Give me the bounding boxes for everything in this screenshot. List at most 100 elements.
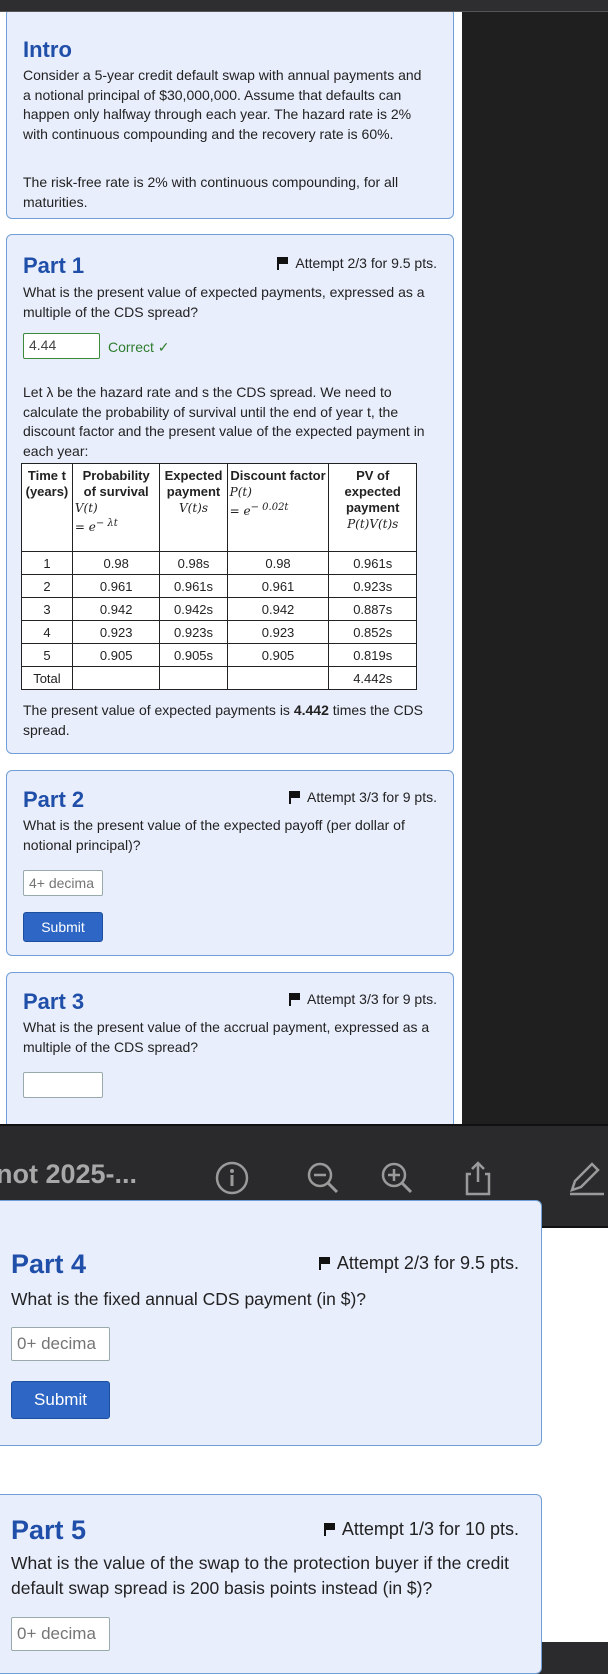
- part5-attempt: Attempt 1/3 for 10 pts.: [323, 1519, 519, 1540]
- table-cell-empty: [159, 666, 228, 690]
- table-cell-empty: [71, 666, 161, 690]
- table-cell: 5: [21, 643, 73, 667]
- table-cell: 0.98s: [159, 551, 228, 575]
- part4-answer-input[interactable]: [11, 1327, 110, 1361]
- part3-card: Part 3 Attempt 3/3 for 9 pts. What is th…: [6, 972, 454, 1124]
- part1-explanation: Let λ be the hazard rate and s the CDS s…: [23, 384, 425, 459]
- part4-submit-button[interactable]: Submit: [11, 1381, 110, 1419]
- part1-conclusion: The present value of expected payments i…: [23, 702, 424, 738]
- header-probability-math-2: = e− λt: [74, 518, 118, 534]
- question-page-upper: Intro Consider a 5-year credit default s…: [0, 12, 462, 1124]
- table-cell: 0.923s: [328, 574, 417, 598]
- top-window-strip: [0, 0, 608, 12]
- table-cell: 0.942: [71, 597, 161, 621]
- part5-question: What is the value of the swap to the pro…: [11, 1553, 510, 1598]
- header-discount-math-1: P(t): [229, 485, 252, 499]
- table-total-label: Total: [21, 666, 73, 690]
- part3-title: Part 3: [23, 989, 85, 1014]
- table-cell: 4: [21, 620, 73, 644]
- header-discount: Discount factor P(t) = e− 0.02t: [226, 463, 330, 552]
- table-cell: 0.961s: [328, 551, 417, 575]
- part3-attempt-text: Attempt 3/3 for 9 pts.: [307, 991, 437, 1007]
- flag-icon: [289, 790, 301, 804]
- part4-card: Part 4 Attempt 2/3 for 9.5 pts. What is …: [0, 1200, 542, 1446]
- part2-card: Part 2 Attempt 3/3 for 9 pts. What is th…: [6, 770, 454, 956]
- table-cell: 0.961s: [159, 574, 228, 598]
- header-probability-text: Probability of survival: [82, 468, 150, 499]
- header-expected-text: Expected payment: [164, 468, 223, 499]
- intro-paragraph-1: Consider a 5-year credit default swap wi…: [23, 67, 422, 142]
- table-cell: 0.942s: [159, 597, 228, 621]
- table-row: 4 0.923 0.923s 0.923 0.852s: [21, 620, 417, 644]
- part2-question: What is the present value of the expecte…: [23, 817, 405, 853]
- flag-icon: [289, 992, 301, 1006]
- intro-card: Intro Consider a 5-year credit default s…: [6, 12, 454, 219]
- table-cell: 0.887s: [328, 597, 417, 621]
- part2-title: Part 2: [23, 787, 85, 812]
- results-table: Time t (years) Probability of survival V…: [21, 463, 417, 690]
- header-discount-text: Discount factor: [230, 468, 326, 483]
- zoom-in-icon[interactable]: [378, 1160, 416, 1196]
- dark-side-panel: [462, 12, 608, 1124]
- header-probability: Probability of survival V(t) = e− λt: [71, 463, 161, 552]
- table-cell: 0.923s: [159, 620, 228, 644]
- part1-answer-input[interactable]: 4.44: [23, 333, 100, 359]
- table-cell: 0.961: [71, 574, 161, 598]
- part1-question: What is the present value of expected pa…: [23, 284, 425, 320]
- share-icon[interactable]: [460, 1160, 498, 1196]
- header-pv: PV of expected payment P(t)V(t)s: [328, 463, 417, 552]
- table-row: 2 0.961 0.961s 0.961 0.923s: [21, 574, 417, 598]
- flag-icon: [277, 256, 289, 270]
- flag-icon: [323, 1523, 336, 1536]
- part5-card: Part 5 Attempt 1/3 for 10 pts. What is t…: [0, 1494, 542, 1674]
- table-cell: 0.819s: [328, 643, 417, 667]
- part2-attempt: Attempt 3/3 for 9 pts.: [289, 789, 437, 805]
- table-row: 5 0.905 0.905s 0.905 0.819s: [21, 643, 417, 667]
- table-row: 1 0.98 0.98s 0.98 0.961s: [21, 551, 417, 575]
- part1-status: Correct ✓: [108, 339, 170, 355]
- table-cell: 0.961: [226, 574, 330, 598]
- flag-icon: [318, 1257, 331, 1270]
- table-cell: 0.942: [226, 597, 330, 621]
- part5-attempt-text: Attempt 1/3 for 10 pts.: [341, 1519, 519, 1539]
- part3-attempt: Attempt 3/3 for 9 pts.: [289, 991, 437, 1007]
- table-cell-empty: [226, 666, 330, 690]
- table-total-row: Total 4.442s: [21, 666, 417, 690]
- intro-title: Intro: [23, 37, 72, 62]
- part1-answer-value: 4.44: [29, 337, 57, 353]
- table-cell: 1: [21, 551, 73, 575]
- intro-paragraph-2: The risk-free rate is 2% with continuous…: [23, 174, 399, 210]
- header-pv-math: P(t)V(t)s: [347, 517, 399, 531]
- table-cell: 0.905: [226, 643, 330, 667]
- table-cell: 0.98: [71, 551, 161, 575]
- part1-attempt: Attempt 2/3 for 9.5 pts.: [277, 255, 437, 271]
- table-cell: 3: [21, 597, 73, 621]
- part3-answer-input[interactable]: [23, 1072, 103, 1098]
- table-cell: 0.98: [226, 551, 330, 575]
- table-cell: 0.923: [71, 620, 161, 644]
- table-cell: 0.905s: [159, 643, 228, 667]
- header-pv-text: PV of expected payment: [344, 468, 401, 515]
- part4-question: What is the fixed annual CDS payment (in…: [11, 1289, 367, 1309]
- part2-submit-button[interactable]: Submit: [23, 912, 103, 942]
- question-page-lower: Part 4 Attempt 2/3 for 9.5 pts. What is …: [0, 1200, 608, 1674]
- header-probability-math-1: V(t): [74, 501, 98, 515]
- part4-attempt: Attempt 2/3 for 9.5 pts.: [318, 1253, 519, 1274]
- header-expected: Expected payment V(t)s: [159, 463, 228, 552]
- info-icon[interactable]: [214, 1160, 252, 1196]
- part1-card: Part 1 Attempt 2/3 for 9.5 pts. What is …: [6, 234, 454, 754]
- header-discount-math-2: = e− 0.02t: [229, 502, 289, 518]
- part2-answer-input[interactable]: [23, 870, 103, 896]
- part5-answer-input[interactable]: [11, 1617, 110, 1651]
- zoom-out-icon[interactable]: [304, 1160, 342, 1196]
- part1-title: Part 1: [23, 253, 85, 278]
- markup-pencil-icon[interactable]: [566, 1160, 606, 1196]
- part4-attempt-text: Attempt 2/3 for 9.5 pts.: [336, 1253, 519, 1273]
- table-cell: 0.905: [71, 643, 161, 667]
- table-cell: 0.852s: [328, 620, 417, 644]
- part1-attempt-text: Attempt 2/3 for 9.5 pts.: [295, 255, 437, 271]
- table-total-value: 4.442s: [328, 666, 417, 690]
- header-expected-math: V(t)s: [179, 501, 209, 515]
- part5-title: Part 5: [11, 1515, 87, 1545]
- table-cell: 0.923: [226, 620, 330, 644]
